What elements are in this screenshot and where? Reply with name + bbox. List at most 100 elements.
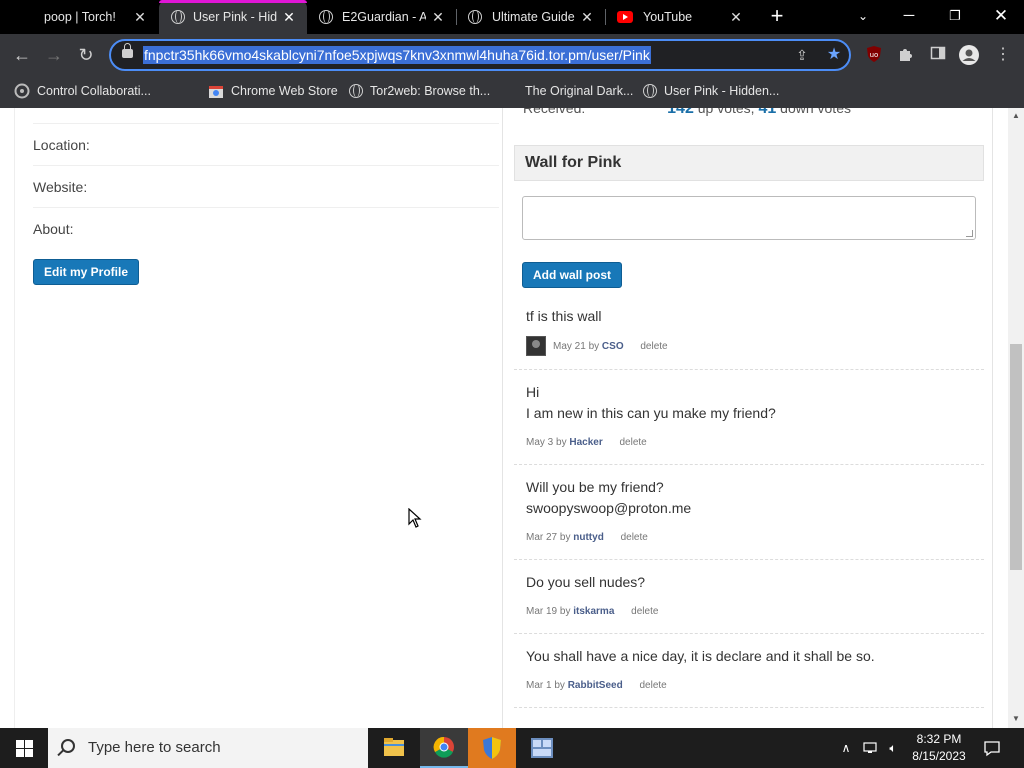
search-placeholder: Type here to search [88,739,221,756]
post-by: by [559,532,571,543]
globe-icon [643,84,657,98]
post-date: Mar 1 [526,680,552,691]
post-author-link[interactable]: nuttyd [573,532,604,543]
url-text[interactable]: fnpctr35hk66vmo4skablcyni7nfoe5xpjwqs7kn… [143,46,651,64]
notifications-icon[interactable] [983,739,1000,757]
file-explorer-icon[interactable] [370,728,418,768]
bookmark-item[interactable]: User Pink - Hidden... [643,76,779,106]
extensions-puzzle-icon[interactable] [896,45,916,65]
minimize-icon[interactable]: ─ [886,0,932,32]
tab-youtube[interactable]: YouTube ✕ [606,0,754,34]
post-meta: Mar 1 by RabbitSeed delete [526,680,667,691]
post-author-link[interactable]: CSO [602,341,624,352]
tab-search-chevron-icon[interactable]: ⌄ [840,0,886,32]
post-date: May 3 [526,437,554,448]
scroll-thumb[interactable] [1010,344,1022,570]
post-author-link[interactable]: itskarma [573,606,614,617]
post-text: Hi [526,384,540,400]
bookmark-item[interactable]: Chrome Web Store [208,76,338,106]
close-icon[interactable]: ✕ [430,9,446,25]
wall-post: Do you sell nudes? Mar 19 by itskarma de… [514,560,984,634]
delete-link[interactable]: delete [631,606,658,617]
tab-title: YouTube [643,10,693,24]
reload-icon[interactable]: ↻ [73,42,99,68]
post-by: by [559,606,571,617]
website-label: Website: [33,179,88,195]
post-text: tf is this wall [526,308,602,324]
network-icon[interactable] [862,740,878,756]
close-icon[interactable]: ✕ [728,9,744,25]
post-by: by [554,680,565,691]
taskbar-search-input[interactable]: Type here to search [48,728,368,768]
side-panel-icon[interactable] [928,45,948,65]
delete-link[interactable]: delete [640,341,667,352]
post-meta: Mar 19 by itskarma delete [526,606,658,617]
bookmark-item[interactable]: Control Collaborati... [14,76,151,106]
tab-user-pink[interactable]: User Pink - Hidden ✕ [159,0,307,34]
delete-link[interactable]: delete [620,437,647,448]
delete-link[interactable]: delete [639,680,666,691]
ublock-icon[interactable]: uo [864,45,884,65]
wall-post: Will you be my friend? swoopyswoop@proto… [514,465,984,560]
wall-post-textarea[interactable] [522,196,976,240]
bookmark-label: Chrome Web Store [231,84,338,98]
profile-divider [33,108,499,124]
location-label: Location: [33,137,90,153]
forward-arrow-icon[interactable]: → [41,42,67,68]
bookmark-label: Tor2web: Browse th... [370,84,491,98]
post-meta: Mar 27 by nuttyd delete [526,532,648,543]
profile-avatar-icon[interactable] [959,45,979,65]
bookmark-item[interactable]: The Original Dark... [525,76,633,106]
tab-ultimate-guide[interactable]: Ultimate Guide ✕ [457,0,605,34]
edit-profile-button[interactable]: Edit my Profile [33,259,139,285]
close-icon[interactable]: ✕ [132,9,148,25]
globe-icon [349,84,363,98]
menu-kebab-icon[interactable]: ⋮ [993,45,1013,65]
scroll-up-arrow-icon[interactable]: ▲ [1011,111,1021,121]
wall-post: Hi I am new in this can yu make my frien… [514,370,984,465]
svg-text:uo: uo [870,51,879,59]
post-text: swoopyswoop@proton.me [526,500,692,516]
wall-title: Wall for Pink [514,145,984,181]
lock-icon [122,43,133,58]
restore-icon[interactable]: ❐ [932,0,978,32]
tab-e2guardian[interactable]: E2Guardian - Acc ✕ [308,0,456,34]
security-shield-icon[interactable] [468,728,516,768]
volume-icon[interactable]: 🔈︎ [885,740,901,756]
post-text: You shall have a nice day, it is declare… [526,648,875,664]
tab-title: Ultimate Guide [492,10,575,24]
scroll-down-arrow-icon[interactable]: ▼ [1011,714,1021,724]
close-icon[interactable]: ✕ [281,9,297,25]
tray-chevron-up-icon[interactable]: ∧ [838,740,854,756]
avatar[interactable] [526,336,546,356]
close-icon[interactable]: ✕ [579,9,595,25]
clock-date: 8/15/2023 [912,749,966,763]
wall-post: tf is this wall May 21 by CSO delete [514,296,984,370]
down-votes-label: down votes [780,108,851,116]
share-icon[interactable]: ⇪ [793,46,811,64]
tab-torch[interactable]: poop | Torch! ✕ [0,0,158,34]
post-author-link[interactable]: RabbitSeed [568,680,623,691]
globe-icon [171,10,185,24]
youtube-icon [617,11,633,23]
page-scrollbar[interactable]: ▲ ▼ [1008,108,1024,728]
delete-link[interactable]: delete [621,532,648,543]
post-author-link[interactable]: Hacker [569,437,602,448]
taskbar-clock[interactable]: 8:32 PM 8/15/2023 [903,731,975,765]
address-bar[interactable]: fnpctr35hk66vmo4skablcyni7nfoe5xpjwqs7kn… [109,39,851,71]
windows-start-icon[interactable] [0,728,48,768]
app-window-icon[interactable] [518,728,566,768]
add-wall-post-button[interactable]: Add wall post [522,262,622,288]
globe-icon [468,10,482,24]
bookmark-star-icon[interactable]: ★ [825,46,843,64]
globe-icon [319,10,333,24]
back-arrow-icon[interactable]: ← [9,42,35,68]
post-text: I am new in this can yu make my friend? [526,405,776,421]
bookmark-label: The Original Dark... [525,84,634,98]
chrome-icon[interactable] [420,728,468,768]
tab-title: User Pink - Hidden [193,10,277,24]
new-tab-icon[interactable]: + [754,0,800,32]
bookmark-item[interactable]: Tor2web: Browse th... [349,76,490,106]
page-content: Location: Website: About: Edit my Profil… [0,108,1008,728]
close-window-icon[interactable]: ✕ [978,0,1024,32]
